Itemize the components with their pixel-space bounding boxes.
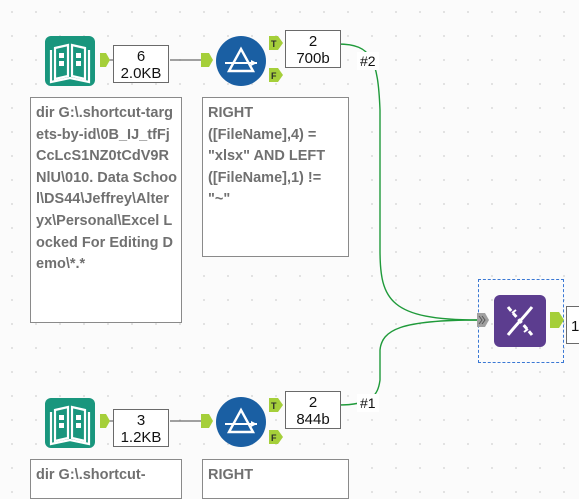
annotation-directory-bottom: dir G:\.shortcut- — [30, 459, 182, 499]
filter-tool-top[interactable] — [215, 35, 266, 86]
record-count: 2 — [308, 394, 318, 411]
true-anchor-icon[interactable]: T — [269, 398, 283, 412]
annotation-filter-bottom: RIGHT — [202, 459, 349, 499]
filter-triangle-icon — [216, 397, 266, 447]
directory-book-icon — [49, 43, 91, 84]
true-anchor-icon[interactable]: T — [269, 36, 283, 50]
annotation-filter-top: RIGHT ([FileName],4) = "xlsx" AND LEFT (… — [202, 97, 349, 257]
union-tool[interactable] — [494, 295, 546, 347]
false-anchor-icon[interactable]: F — [269, 430, 283, 444]
false-anchor-icon[interactable]: F — [269, 68, 283, 82]
annotation-directory-top: dir G:\.shortcut-targets-by-id\0B_IJ_tfF… — [30, 97, 182, 323]
data-size: 844b — [296, 411, 330, 428]
wire-filter-bottom-to-union[interactable] — [337, 319, 479, 406]
input-anchor-icon[interactable] — [201, 414, 213, 428]
record-count: 2 — [308, 33, 318, 50]
record-count: 3 — [136, 412, 146, 429]
workflow-canvas[interactable]: 6 2.0KB T F 2 700b dir G:\.shortcut-targ… — [0, 0, 579, 499]
data-size: 2.0KB — [120, 65, 162, 82]
true-anchor-letter: T — [271, 39, 277, 49]
wire-filter-top-to-union[interactable] — [337, 43, 479, 321]
connection-label-1: #1 — [357, 394, 379, 412]
data-size: 1.2KB — [120, 429, 162, 446]
record-count-box-filter-bottom: 2 844b — [285, 391, 341, 429]
record-count-box-bottom: 3 1.2KB — [113, 409, 169, 447]
record-count-box-union: 1 — [566, 306, 579, 344]
true-anchor-letter: T — [271, 401, 277, 411]
data-size: 700b — [296, 50, 330, 67]
record-count: 6 — [136, 48, 146, 65]
dna-helix-icon — [506, 306, 534, 336]
record-count-box-top: 6 2.0KB — [113, 45, 169, 83]
directory-book-icon — [49, 405, 91, 446]
output-anchor-icon[interactable] — [100, 53, 110, 67]
false-anchor-letter: F — [271, 71, 277, 81]
input-anchor-icon[interactable] — [201, 53, 213, 67]
output-anchor-icon[interactable] — [550, 312, 564, 328]
output-anchor-icon[interactable] — [100, 414, 110, 428]
directory-tool-top[interactable] — [45, 36, 95, 86]
directory-tool-bottom[interactable] — [45, 398, 95, 448]
false-anchor-letter: F — [271, 433, 277, 443]
multi-input-anchor-icon[interactable] — [477, 313, 489, 327]
filter-tool-bottom[interactable] — [215, 396, 266, 447]
filter-triangle-icon — [216, 36, 266, 86]
record-count-box-filter-top: 2 700b — [285, 30, 341, 68]
connection-label-2: #2 — [357, 52, 379, 70]
record-count: 1 — [571, 318, 579, 335]
